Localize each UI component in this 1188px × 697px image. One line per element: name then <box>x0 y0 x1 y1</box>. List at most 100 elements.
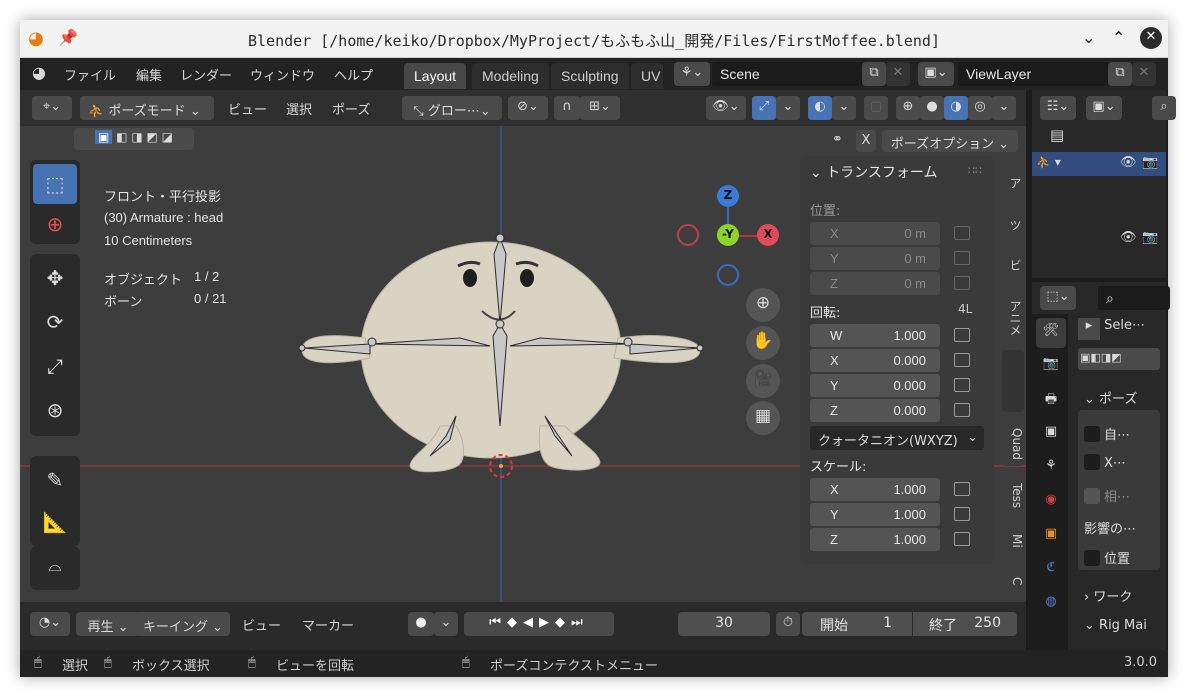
outliner-editor-icon[interactable]: ☷⌄ <box>1040 96 1076 120</box>
gizmo-x-axis[interactable]: X <box>757 224 779 246</box>
tool-tab-icon[interactable]: 🛠 <box>1036 318 1066 348</box>
outliner-row-object[interactable]: 👁 📷 <box>1032 228 1166 250</box>
3d-viewport[interactable]: ▣ ◧ ◨ ◩ ◪ ⬚ ⊕ ✥ ⟳ ⤢ ⊛ ✎ 📐 ⌓ フロント・平行投影 (3… <box>20 126 1026 602</box>
rotation-w-field[interactable]: W 1.000 <box>810 324 940 347</box>
active-tool-row[interactable]: ▸ Sele⋯ <box>1078 318 1145 340</box>
shading-dropdown-icon[interactable]: ⌄ <box>992 96 1016 120</box>
drag-handle-icon[interactable]: ∷∷ <box>968 164 982 177</box>
snap-icon[interactable]: ∩ <box>554 96 580 120</box>
timeline-view-menu[interactable]: ビュー <box>242 615 281 634</box>
jump-end-icon[interactable]: ⏭ <box>571 615 589 630</box>
location-y-field[interactable]: Y0 m <box>810 247 940 270</box>
rig-main-section[interactable]: ⌄ Rig Mai <box>1084 618 1147 633</box>
gizmo-neg-x-axis[interactable] <box>677 224 699 246</box>
scene-delete-icon[interactable]: ✕ <box>886 62 910 86</box>
stopwatch-icon[interactable]: ⏱ <box>776 612 800 636</box>
sidebar-tab-c[interactable]: C <box>1002 560 1024 596</box>
x-mirror-toggle[interactable]: X <box>856 130 876 152</box>
outliner-row-armature[interactable]: ⛹ ▾ 👁 📷 <box>1032 152 1166 176</box>
menu-edit[interactable]: 編集 <box>136 65 162 84</box>
render-camera-icon[interactable]: 📷 <box>1142 230 1158 245</box>
overlay-dropdown-icon[interactable]: ⌄ <box>832 96 856 120</box>
material-shading-icon[interactable]: ◑ <box>944 96 968 120</box>
select-invert-icon[interactable]: ◩ <box>147 130 158 144</box>
rendered-shading-icon[interactable]: ◎ <box>968 96 992 120</box>
blender-menu-icon[interactable]: ◕ <box>32 63 46 82</box>
maximize-chevron-icon[interactable]: ⌃ <box>1112 28 1125 47</box>
pose-breakdowner-icon[interactable]: ⌓ <box>33 548 77 588</box>
scene-browse-icon[interactable]: ⚘⌄ <box>674 62 710 86</box>
display-mode-icon[interactable]: ▣⌄ <box>1086 96 1122 120</box>
render-tab-icon[interactable]: 📷 <box>1036 356 1066 384</box>
menu-view[interactable]: ビュー <box>228 99 267 118</box>
viewlayer-copy-icon[interactable]: ⧉ <box>1108 62 1132 86</box>
properties-editor-icon[interactable]: ⬚⌄ <box>1040 286 1076 310</box>
gizmo-neg-y-axis[interactable]: -Y <box>717 224 739 246</box>
output-tab-icon[interactable]: 🖶 <box>1036 390 1066 418</box>
location-x-field[interactable]: X0 m <box>810 222 940 245</box>
scene-copy-icon[interactable]: ⧉ <box>862 62 886 86</box>
sidebar-tab-quad[interactable]: Quad <box>1002 416 1024 466</box>
jump-start-icon[interactable]: ⏮ <box>489 615 507 630</box>
menu-pose[interactable]: ポーズ <box>332 99 370 118</box>
gizmo-toggle-icon[interactable]: ⤢ <box>752 96 776 120</box>
sidebar-tab-item[interactable]: ア <box>1002 160 1024 200</box>
start-frame-field[interactable]: 開始 1 <box>802 612 912 636</box>
play-icon[interactable]: ▶ <box>539 615 555 630</box>
relative-mirror-checkbox[interactable]: 相⋯ <box>1084 486 1130 505</box>
record-icon[interactable]: ● <box>408 612 434 636</box>
menu-select[interactable]: 選択 <box>286 99 312 118</box>
scene-tab-icon[interactable]: ⚘ <box>1036 458 1066 486</box>
lock-location-x-icon[interactable] <box>954 226 970 240</box>
gizmo-neg-z-axis[interactable] <box>717 264 739 286</box>
lock-rotation-x-icon[interactable] <box>954 353 970 367</box>
rotation-z-field[interactable]: Z 0.000 <box>810 399 940 422</box>
viewlayer-browse-icon[interactable]: ▣⌄ <box>918 62 954 86</box>
ortho-grid-icon[interactable]: ▦ <box>746 401 780 435</box>
rotation-x-field[interactable]: X 0.000 <box>810 349 940 372</box>
view-layer-tab-icon[interactable]: ▣ <box>1036 424 1066 452</box>
current-frame-field[interactable]: 30 <box>678 612 770 636</box>
auto-ik-checkbox[interactable]: 自⋯ <box>1084 424 1130 443</box>
select-new-icon[interactable]: ▣ <box>94 130 113 144</box>
tab-modeling[interactable]: Modeling <box>472 63 549 89</box>
lock-scale-x-icon[interactable] <box>954 482 970 496</box>
pivot-point-icon[interactable]: ⊘⌄ <box>508 96 548 120</box>
zoom-icon[interactable]: ⊕ <box>746 288 780 322</box>
select-box-tool-icon[interactable]: ⬚ <box>33 164 77 204</box>
transform-panel-title[interactable]: ⌄ トランスフォーム <box>810 162 938 182</box>
gizmo-z-axis[interactable]: Z <box>717 185 739 207</box>
cursor-tool-icon[interactable]: ⊕ <box>33 204 77 244</box>
play-reverse-icon[interactable]: ◀ <box>523 615 539 630</box>
annotate-tool-icon[interactable]: ✎ <box>33 460 77 500</box>
wireframe-shading-icon[interactable]: ⊕ <box>896 96 920 120</box>
select-extend-icon[interactable]: ◧ <box>116 130 127 144</box>
visibility-icon[interactable]: 👁⌄ <box>706 96 746 120</box>
lock-rotation-z-icon[interactable] <box>954 403 970 417</box>
editor-type-icon[interactable]: ⌖⌄ <box>32 96 72 120</box>
menu-file[interactable]: ファイル <box>64 65 116 84</box>
scale-tool-icon[interactable]: ⤢ <box>33 346 77 386</box>
visibility-eye-icon[interactable]: 👁 <box>1120 230 1137 245</box>
keying-menu[interactable]: キーイング ⌄ <box>136 612 230 636</box>
xray-icon[interactable]: ▢ <box>864 96 888 120</box>
end-frame-field[interactable]: 終了 250 <box>913 612 1017 636</box>
snap-increment-icon[interactable]: ⊞⌄ <box>580 96 620 120</box>
physics-tab-icon[interactable]: ◍ <box>1036 594 1066 622</box>
next-keyframe-icon[interactable]: ◆ <box>555 615 571 630</box>
select-intersect-icon[interactable]: ◪ <box>162 130 173 144</box>
record-options-icon[interactable]: ⌄ <box>434 612 458 636</box>
viewlayer-delete-icon[interactable]: ✕ <box>1132 62 1156 86</box>
pose-options-section[interactable]: ⌄ ポーズ <box>1084 388 1137 407</box>
solid-shading-icon[interactable]: ● <box>920 96 944 120</box>
tab-sculpting[interactable]: Sculpting <box>551 63 629 89</box>
rotation-mode-dropdown[interactable]: クォータニオン(WXYZ) ⌄ <box>810 426 984 450</box>
tab-layout[interactable]: Layout <box>404 63 467 89</box>
selection-mode-icons[interactable]: ▣ ◧ ◨ ◩ ◪ <box>74 128 194 150</box>
playback-menu[interactable]: 再生 ⌄ <box>76 612 140 636</box>
visibility-eye-icon[interactable]: 👁 <box>1120 155 1137 170</box>
lock-scale-z-icon[interactable] <box>954 532 970 546</box>
measure-tool-icon[interactable]: 📐 <box>33 502 77 542</box>
select-subtract-icon[interactable]: ◨ <box>131 130 142 144</box>
minimize-chevron-icon[interactable]: ⌄ <box>1082 28 1095 47</box>
